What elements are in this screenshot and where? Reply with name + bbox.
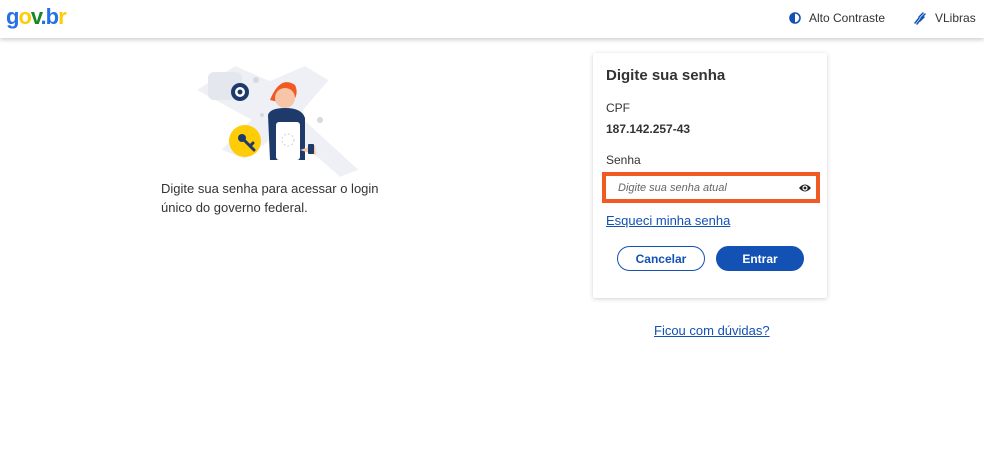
- govbr-logo[interactable]: gov.br: [6, 4, 67, 30]
- password-input[interactable]: [606, 176, 816, 199]
- help-link[interactable]: Ficou com dúvidas?: [654, 323, 770, 338]
- contrast-icon: [789, 12, 801, 24]
- intro-text: Digite sua senha para acessar o login ún…: [161, 181, 379, 215]
- eye-icon[interactable]: [798, 181, 812, 199]
- high-contrast-label: Alto Contraste: [809, 11, 886, 25]
- vlibras-label: VLibras: [935, 11, 976, 25]
- vlibras-button[interactable]: VLibras: [913, 11, 976, 25]
- woman-with-key-illustration: [190, 60, 365, 180]
- login-card: Digite sua senha CPF 187.142.257-43 Senh…: [593, 53, 827, 298]
- card-title: Digite sua senha: [606, 67, 726, 84]
- forgot-password-link[interactable]: Esqueci minha senha: [606, 213, 730, 228]
- password-field-highlight: [602, 172, 820, 203]
- cpf-value: 187.142.257-43: [606, 122, 691, 136]
- top-header: gov.br Alto Contraste VLibras: [0, 0, 984, 38]
- enter-button[interactable]: Entrar: [716, 246, 804, 271]
- logo-letter: b: [45, 4, 59, 29]
- logo-letter: r: [58, 4, 67, 29]
- high-contrast-button[interactable]: Alto Contraste: [789, 11, 885, 25]
- cpf-label: CPF: [606, 101, 630, 115]
- logo-letter: g: [6, 4, 19, 29]
- logo-letter: o: [18, 4, 31, 29]
- cancel-button[interactable]: Cancelar: [617, 246, 705, 271]
- hand-sign-icon: [913, 11, 927, 25]
- password-label: Senha: [606, 153, 641, 167]
- logo-letter: v: [30, 4, 42, 29]
